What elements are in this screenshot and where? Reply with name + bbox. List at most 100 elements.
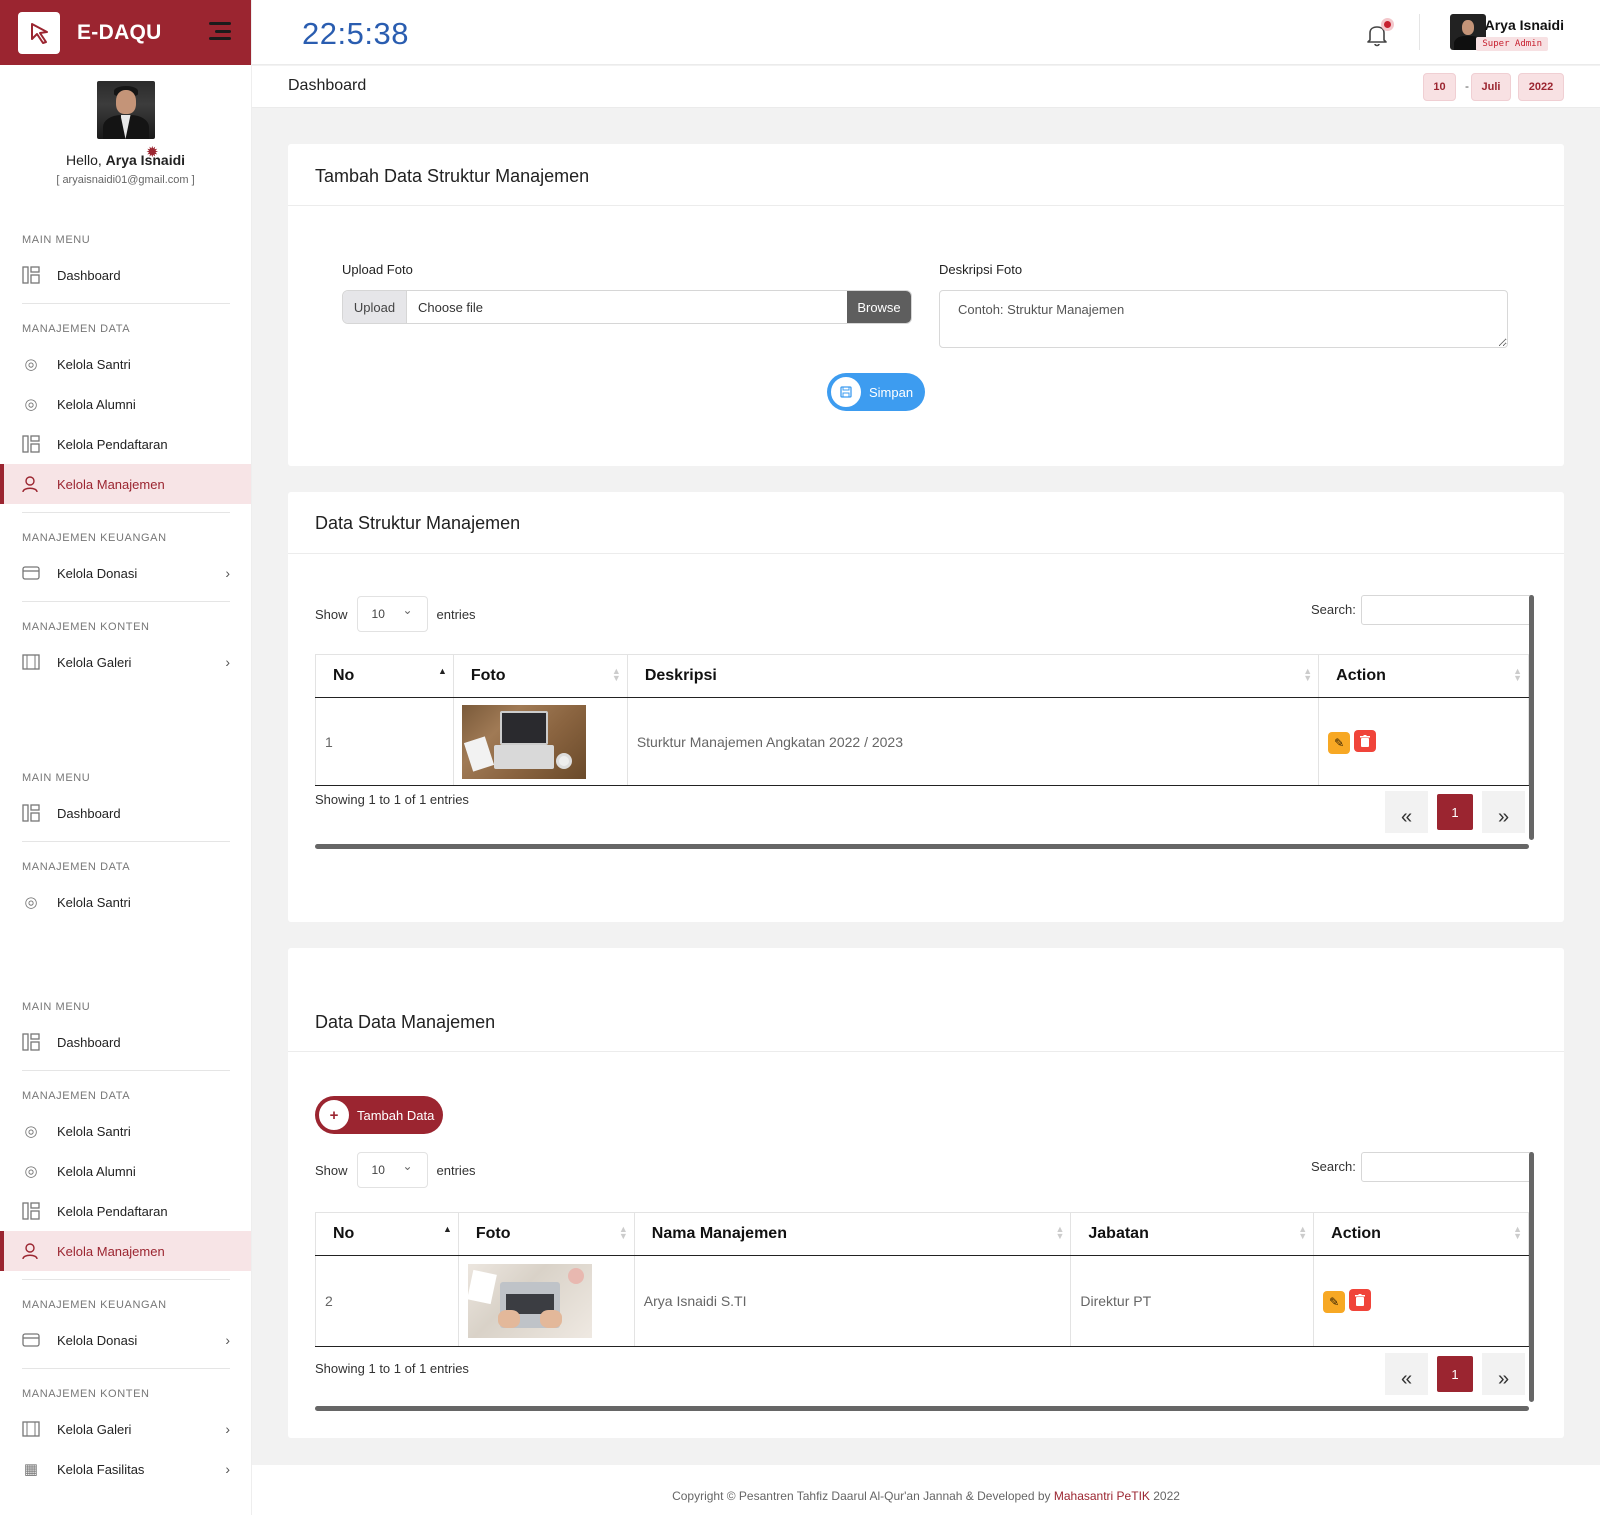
dashboard-icon (22, 266, 40, 284)
avatar (96, 81, 155, 139)
next-page-button[interactable]: » (1482, 1353, 1525, 1395)
menu-block-3: MAIN MENU Dashboard MANAJEMEN DATA ◎ Kel… (0, 982, 251, 1489)
entries-control: Show 10 entries (315, 1152, 476, 1188)
gear-icon[interactable]: ✹ (146, 143, 159, 161)
cell-jabatan: Direktur PT (1070, 1255, 1315, 1347)
chevron-right-icon: › (225, 1421, 230, 1437)
show-label: Show (315, 1162, 348, 1178)
col-deskripsi-label: Deskripsi (644, 667, 717, 684)
menu-toggle-icon[interactable] (209, 22, 231, 40)
add-data-label: Tambah Data (357, 1107, 435, 1123)
sidebar-item-label: Kelola Fasilitas (57, 1461, 145, 1477)
sort-icon: ▲ ▼ (611, 666, 621, 683)
sidebar-item-galeri[interactable]: Kelola Galeri › (0, 642, 251, 682)
col-deskripsi[interactable]: Deskripsi ▲ ▼ (626, 654, 1320, 698)
sidebar-item-alumni[interactable]: ◎ Kelola Alumni (0, 384, 251, 424)
sidebar-item-donasi[interactable]: Kelola Donasi › (0, 1320, 251, 1360)
globe-icon: ◎ (24, 1123, 38, 1140)
structure-table-card: Data Struktur Manajemen Show 10 entries … (288, 492, 1564, 922)
browse-button[interactable]: Browse (847, 291, 911, 323)
trash-icon (1360, 734, 1371, 747)
col-foto[interactable]: Foto ▲ ▼ (457, 1212, 635, 1256)
sidebar-item-galeri[interactable]: Kelola Galeri › (0, 1409, 251, 1449)
col-action[interactable]: Action ▲ ▼ (1313, 1212, 1529, 1256)
footer-developer-link[interactable]: Mahasantri PeTIK (1054, 1489, 1150, 1503)
structure-card-title: Data Struktur Manajemen (315, 513, 521, 533)
sidebar-item-santri[interactable]: ◎ Kelola Santri (0, 882, 251, 922)
sort-icon: ▲ ▼ (1055, 1224, 1065, 1241)
sidebar-item-dashboard[interactable]: Dashboard (0, 793, 251, 833)
sidebar-item-alumni[interactable]: ◎ Kelola Alumni (0, 1151, 251, 1191)
plus-icon: + (317, 1098, 351, 1132)
footer-copyright: Copyright © Pesantren Tahfiz Daarul Al-Q… (672, 1489, 1054, 1503)
menu-block-2: MAIN MENU Dashboard MANAJEMEN DATA ◎ Kel… (0, 753, 251, 922)
brand-logo[interactable] (18, 11, 60, 54)
logo-icon (31, 22, 48, 44)
desc-label: Deskripsi Foto (939, 262, 1023, 277)
cell-no: 2 (315, 1255, 459, 1347)
film-icon (22, 1420, 40, 1438)
users-icon (22, 1242, 40, 1260)
laptop-photo[interactable] (461, 704, 586, 779)
file-input[interactable]: Upload Choose file Browse (342, 290, 912, 324)
save-button[interactable]: Simpan (827, 373, 925, 411)
sort-asc-icon: ▲ (442, 1224, 452, 1234)
sort-icon: ▲ ▼ (618, 1224, 628, 1241)
sidebar-item-label: Kelola Manajemen (57, 476, 165, 492)
sidebar-item-manajemen[interactable]: Kelola Manajemen (0, 1231, 251, 1271)
sidebar-item-santri[interactable]: ◎ Kelola Santri (0, 344, 251, 384)
section-manajemen-konten: MANAJEMEN KONTEN (22, 1388, 150, 1400)
delete-button[interactable] (1354, 729, 1377, 752)
entries-select[interactable]: 10 (356, 596, 428, 632)
sidebar-item-fasilitas[interactable]: ▦ Kelola Fasilitas › (0, 1449, 251, 1489)
entries-select[interactable]: 10 (356, 1152, 428, 1188)
section-manajemen-data: MANAJEMEN DATA (22, 1090, 131, 1102)
sidebar-item-label: Kelola Santri (57, 894, 131, 910)
upload-label: Upload Foto (342, 262, 413, 277)
description-textarea[interactable] (939, 290, 1508, 348)
section-manajemen-data: MANAJEMEN DATA (22, 861, 131, 873)
edit-button[interactable]: ✎ (1323, 1291, 1346, 1313)
col-action[interactable]: Action ▲ ▼ (1318, 654, 1529, 698)
dashboard-icon (22, 1033, 40, 1051)
col-jabatan[interactable]: Jabatan ▲ ▼ (1070, 1212, 1315, 1256)
next-page-button[interactable]: » (1482, 791, 1525, 833)
sidebar-item-manajemen[interactable]: Kelola Manajemen (0, 464, 251, 504)
laptop-hands-photo[interactable] (467, 1264, 592, 1338)
prev-page-button[interactable]: « (1385, 791, 1428, 833)
prev-page-button[interactable]: « (1385, 1353, 1428, 1395)
layout-icon (22, 435, 40, 453)
sidebar-item-dashboard[interactable]: Dashboard (0, 1022, 251, 1062)
sidebar-item-pendaftaran[interactable]: Kelola Pendaftaran (0, 1191, 251, 1231)
add-data-button[interactable]: + Tambah Data (315, 1096, 443, 1134)
col-action-label: Action (1336, 667, 1386, 684)
edit-button[interactable]: ✎ (1328, 731, 1351, 754)
col-no[interactable]: No ▲ (315, 1212, 459, 1256)
file-placeholder[interactable]: Choose file (407, 291, 847, 323)
sidebar-item-label: Dashboard (57, 805, 121, 821)
col-nama[interactable]: Nama Manajemen ▲ ▼ (633, 1212, 1072, 1256)
section-manajemen-keuangan: MANAJEMEN KEUANGAN (22, 1299, 167, 1311)
sidebar-item-label: Kelola Pendaftaran (57, 1203, 168, 1219)
globe-icon: ◎ (24, 894, 38, 911)
sidebar-item-label: Dashboard (57, 267, 121, 283)
delete-button[interactable] (1349, 1289, 1372, 1311)
entries-control: Show 10 entries (315, 596, 476, 632)
col-foto[interactable]: Foto ▲ ▼ (452, 654, 628, 698)
page-1-button[interactable]: 1 (1437, 794, 1473, 830)
management-card-title: Data Data Manajemen (315, 1012, 496, 1032)
search-input[interactable] (1361, 595, 1533, 625)
sidebar: E-DAQU ✹ Hello, Arya Isnaidi [ aryaisnai… (0, 0, 252, 1515)
sidebar-item-dashboard[interactable]: Dashboard (0, 255, 251, 295)
section-main-menu: MAIN MENU (22, 772, 91, 784)
col-no[interactable]: No ▲ (315, 654, 454, 698)
sidebar-item-donasi[interactable]: Kelola Donasi › (0, 553, 251, 593)
notification-bell[interactable] (1364, 18, 1394, 47)
date-separator: - (1465, 79, 1469, 93)
header-user-name[interactable]: Arya Isnaidi (1485, 17, 1564, 33)
page-1-button[interactable]: 1 (1437, 1356, 1473, 1392)
sidebar-item-santri[interactable]: ◎ Kelola Santri (0, 1111, 251, 1151)
search-input[interactable] (1361, 1152, 1533, 1182)
chevron-right-icon: › (225, 565, 230, 581)
sidebar-item-pendaftaran[interactable]: Kelola Pendaftaran (0, 424, 251, 464)
